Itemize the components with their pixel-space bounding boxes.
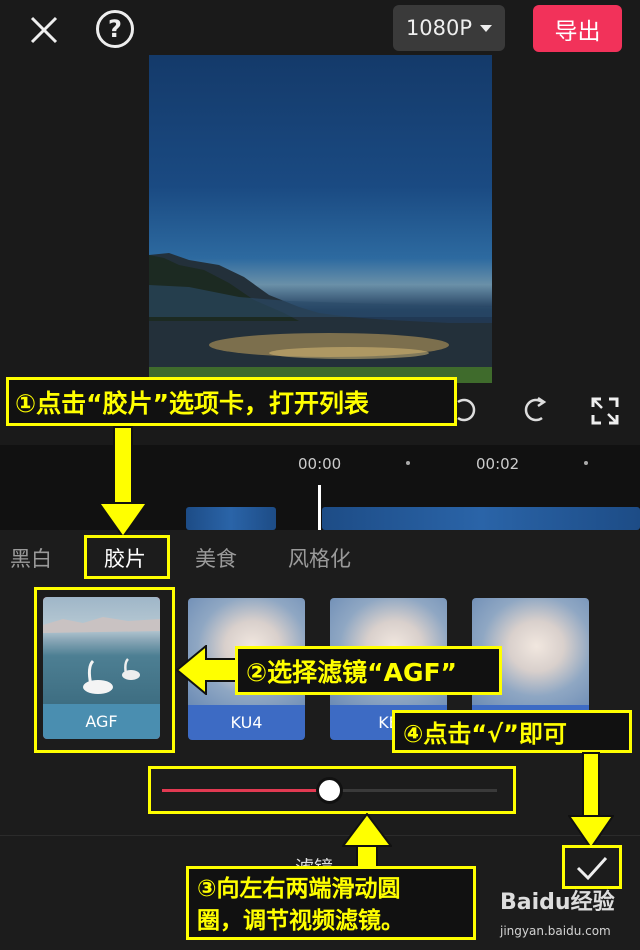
time-label-next: 00:02 xyxy=(476,455,520,473)
highlight-tab-film xyxy=(84,535,170,579)
video-preview xyxy=(149,55,492,383)
arrow-step4 xyxy=(582,752,600,818)
export-button[interactable]: 导出 xyxy=(533,5,622,52)
time-tick xyxy=(584,461,588,465)
arrow-down-icon xyxy=(568,815,614,849)
annotation-step2: ②选择滤镜“AGF” xyxy=(235,646,502,695)
arrow-up-icon xyxy=(342,813,392,847)
playhead[interactable] xyxy=(318,485,321,535)
preview-landscape xyxy=(149,253,492,383)
redo-icon[interactable] xyxy=(520,396,548,424)
tab-black-white[interactable]: 黑白 xyxy=(10,543,52,573)
timeline-clip[interactable] xyxy=(186,507,276,530)
watermark-brand: Baidu经验 xyxy=(500,890,615,915)
divider xyxy=(0,835,640,836)
help-icon: ? xyxy=(108,15,122,43)
help-button[interactable]: ? xyxy=(96,10,134,48)
timeline-clip[interactable] xyxy=(322,507,640,530)
time-label-start: 00:00 xyxy=(298,455,342,473)
time-tick xyxy=(406,461,410,465)
close-button[interactable] xyxy=(22,8,66,52)
arrow-left-icon xyxy=(176,645,238,695)
tab-food[interactable]: 美食 xyxy=(195,543,237,573)
export-label: 导出 xyxy=(554,18,601,45)
highlight-filter-agf xyxy=(34,587,175,753)
arrow-step1 xyxy=(113,426,133,504)
annotation-step2-text: ②选择滤镜“AGF” xyxy=(246,657,457,687)
arrow-down-icon xyxy=(98,502,148,538)
close-icon xyxy=(30,16,58,44)
annotation-step3-line2: 圈，调节视频滤镜。 xyxy=(197,908,404,934)
filter-label: KU4 xyxy=(188,705,305,740)
annotation-step1: ①点击“胶片”选项卡，打开列表 xyxy=(6,377,457,426)
annotation-step4-text: ④点击“√”即可 xyxy=(403,720,567,748)
resolution-label: 1080P xyxy=(405,16,473,40)
annotation-step4: ④点击“√”即可 xyxy=(392,710,632,753)
annotation-step3: ③向左右两端滑动圆 圈，调节视频滤镜。 xyxy=(186,866,476,940)
tab-stylized[interactable]: 风格化 xyxy=(288,543,351,573)
watermark-url: jingyan.baidu.com xyxy=(500,924,611,938)
fullscreen-icon[interactable] xyxy=(590,396,620,426)
baidu-watermark: Baidu经验 jingyan.baidu.com xyxy=(500,880,640,950)
annotation-step3-line1: ③向左右两端滑动圆 xyxy=(197,876,401,902)
highlight-intensity-slider xyxy=(148,766,516,814)
resolution-dropdown[interactable]: 1080P xyxy=(393,5,505,51)
annotation-step1-text: ①点击“胶片”选项卡，打开列表 xyxy=(15,388,370,418)
chevron-down-icon xyxy=(480,24,493,32)
